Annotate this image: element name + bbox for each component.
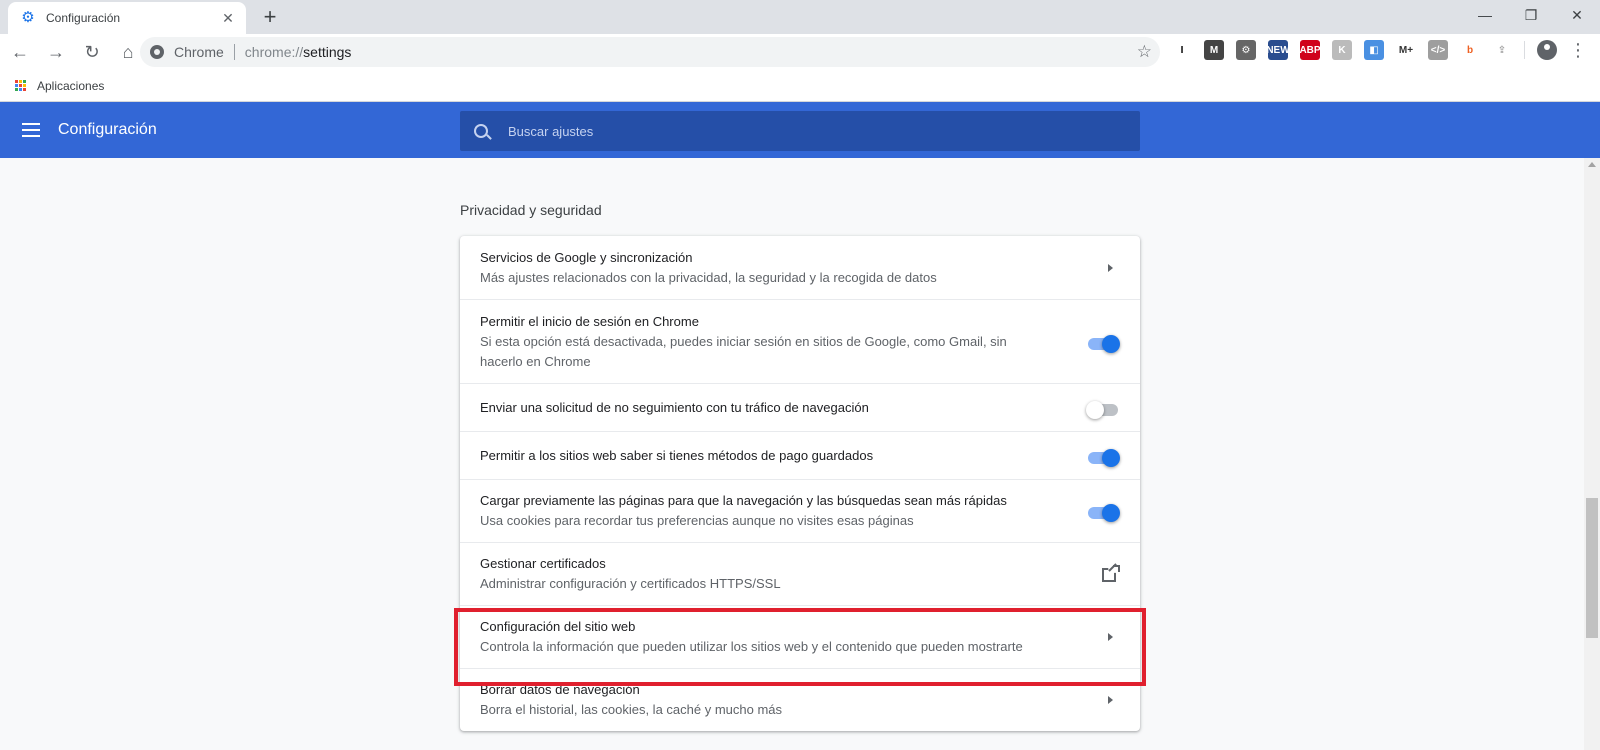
search-placeholder: Buscar ajustes — [508, 123, 594, 139]
open-in-new-icon[interactable] — [1100, 563, 1120, 584]
settings-row[interactable]: Permitir el inicio de sesión en Chrome Si… — [460, 299, 1140, 383]
settings-row-title: Permitir el inicio de sesión en Chrome — [480, 313, 699, 329]
chevron-right-icon[interactable] — [1100, 690, 1120, 710]
adblock-plus-icon[interactable]: ABP — [1299, 40, 1321, 60]
omnibox-url: chrome://settings — [244, 44, 352, 60]
settings-row-text: Enviar una solicitud de no seguimiento c… — [480, 398, 1086, 418]
instapaper-icon[interactable]: I — [1172, 40, 1192, 60]
restore-button[interactable]: ❐ — [1508, 0, 1554, 30]
settings-row-text: Servicios de Google y sincronización Más … — [480, 248, 1100, 288]
search-input[interactable]: Buscar ajustes — [460, 111, 1140, 151]
forward-button[interactable]: → — [40, 36, 72, 68]
settings-content: Privacidad y seguridad Servicios de Goog… — [0, 158, 1584, 750]
news-icon[interactable]: NEW — [1266, 40, 1290, 60]
new-tab-button[interactable]: + — [258, 6, 282, 30]
settings-row-title: Configuración del sitio web — [480, 619, 636, 634]
minimize-button[interactable]: — — [1462, 0, 1508, 30]
settings-header: Configuración Buscar ajustes — [0, 102, 1600, 158]
settings-row-subtitle: Administrar configuración y certificados… — [480, 576, 781, 591]
scrollbar[interactable] — [1584, 158, 1600, 750]
gear-icon: ⚙ — [21, 9, 35, 26]
privacy-card: Servicios de Google y sincronización Más … — [460, 236, 1140, 731]
address-bar[interactable]: Chrome chrome://settings ☆ — [140, 37, 1160, 67]
chrome-menu-icon[interactable]: ⋮ — [1569, 40, 1587, 60]
mplus-icon[interactable]: M+ — [1396, 40, 1416, 60]
settings-row[interactable]: Enviar una solicitud de no seguimiento c… — [460, 383, 1140, 431]
settings-row-text: Borrar datos de navegación Borra el histo… — [480, 680, 1100, 720]
settings-row-title: Servicios de Google y sincronización — [480, 249, 693, 265]
toggle-switch[interactable] — [1086, 501, 1120, 522]
settings-row-title: Gestionar certificados — [480, 556, 606, 571]
tab-title: Configuración — [46, 11, 121, 25]
scroll-up-arrow[interactable] — [1588, 162, 1596, 167]
k-icon[interactable]: K — [1332, 40, 1352, 60]
extensions-bar: I M ⚙ NEW ABP K ◧ M+ </> b ⇪ ⋮ — [1172, 40, 1587, 60]
profile-avatar-icon[interactable] — [1537, 40, 1557, 60]
toggle-switch[interactable] — [1086, 446, 1120, 467]
settings-row-title: Cargar previamente las páginas para que … — [480, 493, 1007, 508]
chevron-right-icon[interactable] — [1100, 258, 1120, 278]
back-button[interactable]: ← — [4, 36, 36, 68]
settings-row-title: Enviar una solicitud de no seguimiento c… — [480, 399, 869, 415]
omnibox-site-label: Chrome — [174, 44, 224, 60]
settings-row-subtitle: Usa cookies para recordar tus preferenci… — [480, 513, 914, 528]
settings-row[interactable]: Cargar previamente las páginas para que … — [460, 479, 1140, 542]
tab-settings[interactable]: ⚙ Configuración ✕ — [8, 2, 246, 34]
omnibox-separator — [233, 44, 235, 60]
share-ext-icon[interactable]: ⇪ — [1492, 40, 1512, 60]
bitly-icon[interactable]: b — [1460, 40, 1480, 60]
settings-row-title: Borrar datos de navegación — [480, 682, 640, 697]
scroll-thumb[interactable] — [1586, 498, 1598, 638]
gear-ext-icon[interactable]: ⚙ — [1236, 40, 1256, 60]
chrome-icon — [150, 45, 164, 59]
toggle-switch[interactable] — [1086, 398, 1120, 419]
toggle-switch[interactable] — [1086, 332, 1120, 353]
settings-row-subtitle: Borra el historial, las cookies, la cach… — [480, 702, 783, 717]
settings-row-text: Permitir el inicio de sesión en Chrome Si… — [480, 312, 1086, 372]
settings-row[interactable]: Servicios de Google y sincronización Más … — [460, 236, 1140, 299]
page-title: Configuración — [58, 121, 157, 138]
settings-row-text: Cargar previamente las páginas para que … — [480, 491, 1086, 531]
window-ext-icon[interactable]: ◧ — [1364, 40, 1384, 60]
tab-strip: ⚙ Configuración ✕ + — ❐ ✕ — [0, 0, 1600, 34]
toolbar-separator — [1524, 41, 1525, 59]
settings-row[interactable]: Borrar datos de navegación Borra el histo… — [460, 668, 1140, 731]
reload-button[interactable]: ↻ — [76, 36, 108, 68]
code-icon[interactable]: </> — [1428, 40, 1448, 60]
search-icon — [474, 124, 488, 138]
close-window-button[interactable]: ✕ — [1554, 0, 1600, 30]
apps-icon[interactable] — [15, 79, 27, 92]
settings-row-text: Permitir a los sitios web saber si tiene… — [480, 446, 1086, 466]
browser-toolbar: ← → ↻ ⌂ Chrome chrome://settings ☆ I M ⚙ NE… — [0, 34, 1600, 70]
settings-row-subtitle: Si esta opción está desactivada, puedes … — [480, 333, 1007, 369]
settings-row[interactable]: Configuración del sitio web Controla la i… — [460, 605, 1140, 668]
apps-bookmark-label[interactable]: Aplicaciones — [37, 79, 104, 93]
settings-row-text: Gestionar certificados Administrar config… — [480, 554, 1100, 594]
settings-row[interactable]: Gestionar certificados Administrar config… — [460, 542, 1140, 605]
bookmarks-bar: Aplicaciones — [0, 70, 1600, 102]
m-icon[interactable]: M — [1204, 40, 1224, 60]
menu-icon[interactable] — [22, 123, 46, 137]
close-tab-icon[interactable]: ✕ — [220, 10, 236, 26]
chevron-right-icon[interactable] — [1100, 627, 1120, 647]
settings-row-title: Permitir a los sitios web saber si tiene… — [480, 447, 874, 463]
settings-row-subtitle: Más ajustes relacionados con la privacid… — [480, 269, 937, 285]
settings-row-subtitle: Controla la información que pueden utili… — [480, 639, 1023, 654]
bookmark-star-icon[interactable]: ☆ — [1137, 43, 1152, 61]
section-title: Privacidad y seguridad — [460, 202, 602, 218]
settings-row-text: Configuración del sitio web Controla la i… — [480, 617, 1100, 657]
settings-row[interactable]: Permitir a los sitios web saber si tiene… — [460, 431, 1140, 479]
window-controls: — ❐ ✕ — [1462, 0, 1600, 30]
